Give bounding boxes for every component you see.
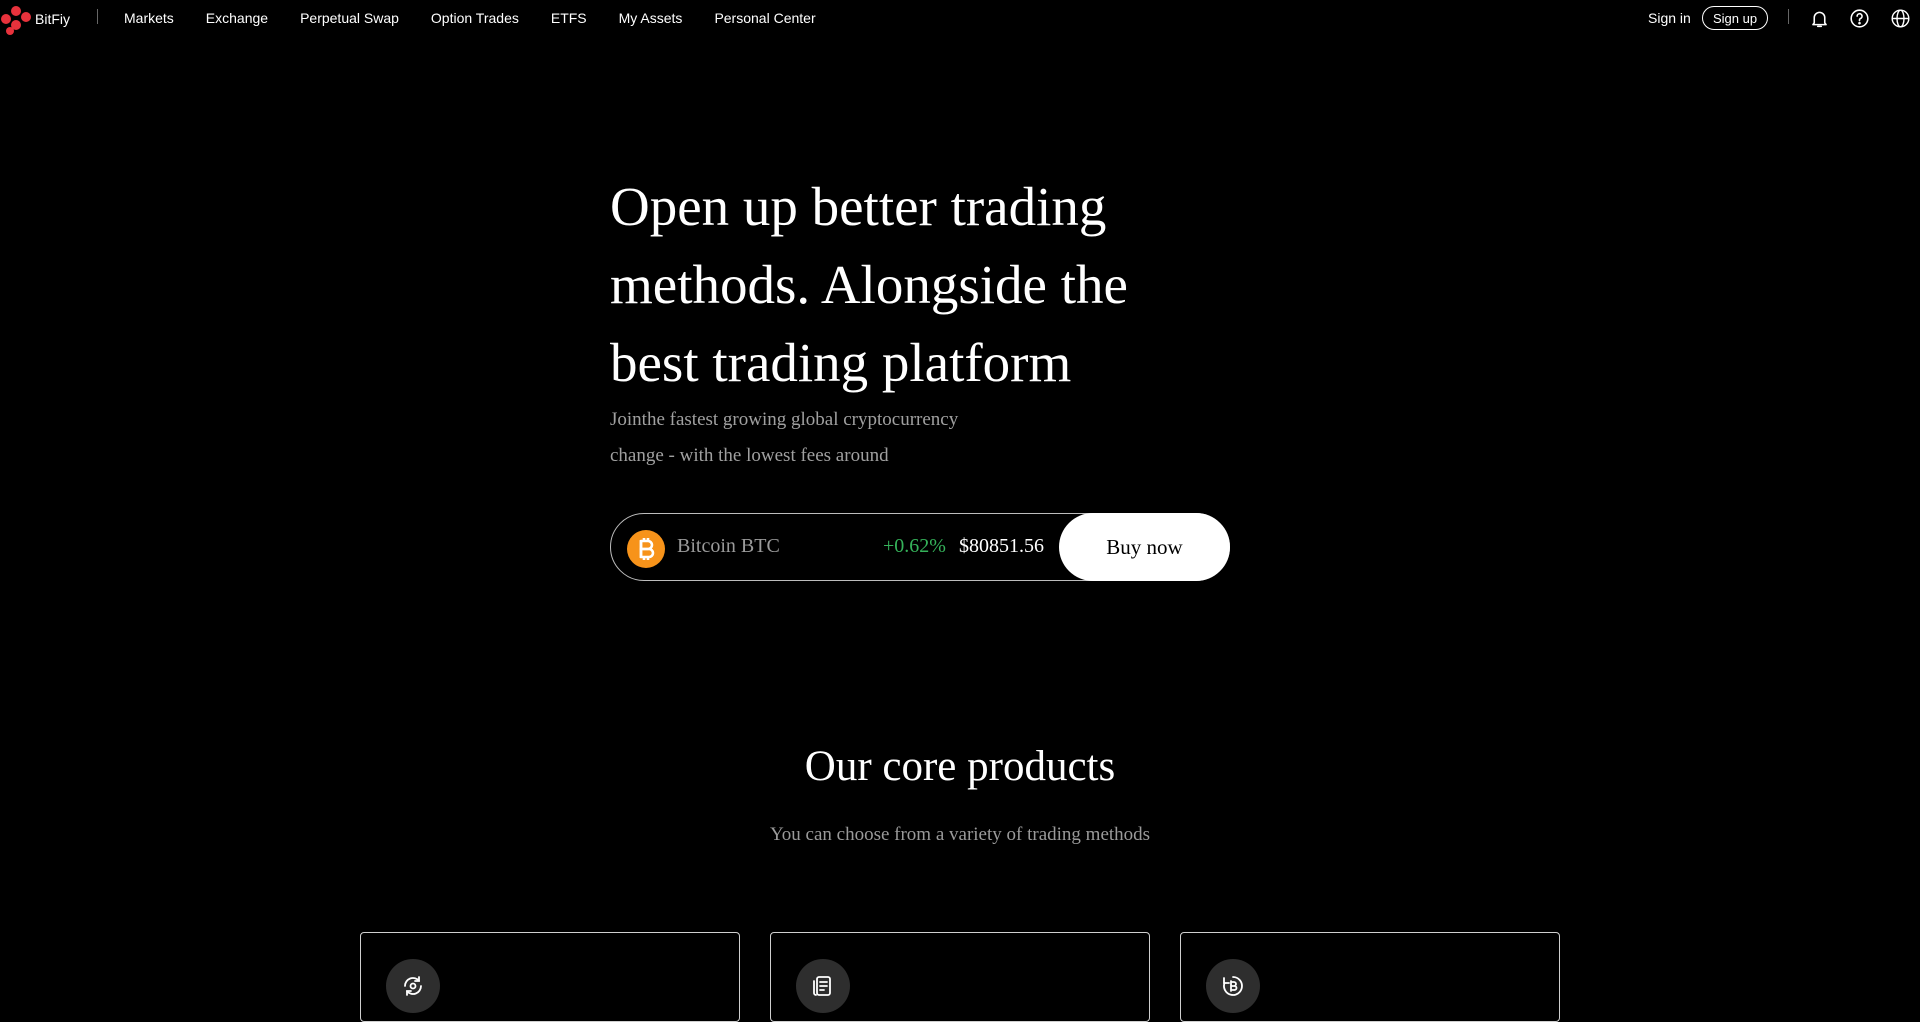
bitcoin-cycle-icon [1206,959,1260,1013]
header-divider [1788,9,1789,24]
hero-title: Open up better trading methods. Alongsid… [610,176,1128,393]
nav-personal-center[interactable]: Personal Center [714,10,815,26]
price-change: +0.62% [883,535,946,557]
header-divider [97,9,98,24]
products-subtitle: You can choose from a variety of trading… [769,824,1151,845]
brand-name[interactable]: BitFiy [35,11,70,27]
bell-icon[interactable] [1809,8,1830,29]
nav-markets[interactable]: Markets [124,10,174,26]
help-icon[interactable] [1849,8,1870,29]
document-icon [796,959,850,1013]
product-card-options[interactable] [1180,932,1560,1022]
hero-subtitle: Jointhe fastest growing global cryptocur… [610,409,959,466]
product-card-swap[interactable] [770,932,1150,1022]
exchange-cycle-icon [386,959,440,1013]
products-title: Our core products [804,743,1116,790]
btc-ticker-bar: Bitcoin BTC +0.62% $80851.56 Buy now [610,513,1230,581]
buy-now-button[interactable]: Buy now [1059,513,1230,581]
sign-in-link[interactable]: Sign in [1648,10,1691,26]
coin-price: $80851.56 [959,535,1044,557]
nav-my-assets[interactable]: My Assets [619,10,683,26]
bitfiy-logo-icon[interactable] [0,5,32,37]
coin-name: Bitcoin BTC [677,535,780,557]
nav-option-trades[interactable]: Option Trades [431,10,519,26]
product-card-exchange[interactable] [360,932,740,1022]
sign-up-button[interactable]: Sign up [1702,6,1769,30]
nav-exchange[interactable]: Exchange [206,10,268,26]
globe-icon[interactable] [1890,8,1911,29]
bitcoin-icon [627,530,665,568]
main-nav: Markets Exchange Perpetual Swap Option T… [124,10,816,26]
nav-perpetual-swap[interactable]: Perpetual Swap [300,10,399,26]
top-navbar: BitFiy Markets Exchange Perpetual Swap O… [0,0,1920,36]
nav-etfs[interactable]: ETFS [551,10,587,26]
